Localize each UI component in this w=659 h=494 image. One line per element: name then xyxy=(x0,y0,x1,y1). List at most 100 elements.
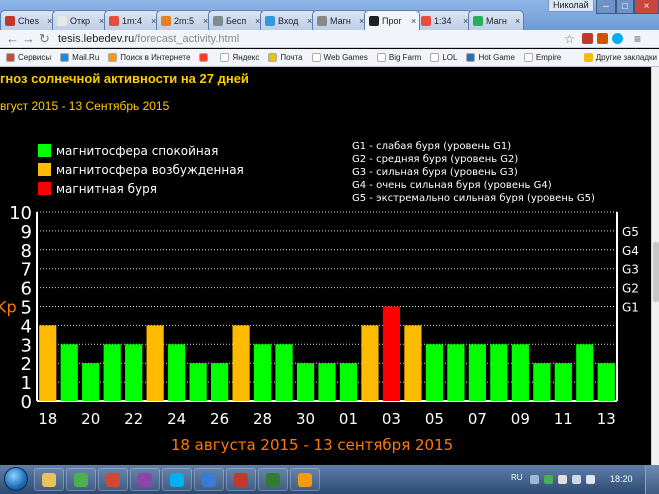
vertical-scrollbar[interactable] xyxy=(651,67,659,465)
tab-title: Магн xyxy=(486,15,507,26)
x-tick-label: 05 xyxy=(425,410,444,428)
bookmark-item[interactable]: Поиск в Интернете xyxy=(108,53,190,62)
back-button[interactable]: ← xyxy=(6,31,19,47)
extension-icon[interactable] xyxy=(597,33,608,44)
kp-bar xyxy=(447,344,465,401)
tab-title: 2m:5 xyxy=(174,15,195,26)
bookmark-item[interactable]: Почта xyxy=(268,53,303,62)
bookmark-star-icon[interactable]: ☆ xyxy=(564,31,575,47)
storm-level-label: G1 - слабая буря (уровень G1) xyxy=(352,141,511,152)
bookmark-item[interactable]: Mail.Ru xyxy=(60,53,99,62)
bookmark-item[interactable]: Empire xyxy=(523,53,561,62)
browser-tab[interactable]: 2m:5 × xyxy=(156,10,212,30)
browser-tab[interactable]: 1:34 × xyxy=(416,10,472,30)
x-tick-label: 01 xyxy=(339,410,358,428)
tab-title: Вход xyxy=(278,15,299,26)
bookmark-item[interactable]: Яндекс xyxy=(220,53,259,62)
close-window-button[interactable]: × xyxy=(634,0,659,14)
bookmark-item[interactable]: Big Farm xyxy=(376,53,421,62)
address-bar[interactable]: tesis.lebedev.ru/forecast_activity.html xyxy=(58,31,558,47)
x-tick-label: 13 xyxy=(597,410,616,428)
taskbar-app-game[interactable] xyxy=(226,468,256,491)
tab-close-icon[interactable]: × xyxy=(515,16,520,26)
reload-button[interactable]: ↻ xyxy=(39,31,50,47)
legend-label: магнитосфера возбужденная xyxy=(56,163,244,177)
browser-tab[interactable]: Вход × xyxy=(260,10,316,30)
bookmark-item[interactable]: Web Games xyxy=(311,53,368,62)
tray-app-icon[interactable] xyxy=(544,475,553,484)
taskbar-app-paint[interactable] xyxy=(290,468,320,491)
tray-arrow-icon[interactable] xyxy=(530,475,539,484)
legend-swatch xyxy=(38,163,51,176)
taskbar-app-chrome[interactable] xyxy=(66,468,96,491)
tab-close-icon[interactable]: × xyxy=(411,16,416,26)
skype-icon xyxy=(170,472,184,487)
legend-label: магнитная буря xyxy=(56,182,157,196)
y-tick-label: 8 xyxy=(21,241,32,262)
language-indicator[interactable]: RU xyxy=(511,473,523,482)
kp-bar xyxy=(296,363,315,401)
bookmark-item[interactable]: Hot Game xyxy=(466,53,515,62)
skype-icon[interactable] xyxy=(612,33,623,44)
bookmark-item[interactable]: Сервисы xyxy=(6,53,51,62)
g-level-tick-label: G5 xyxy=(622,225,639,239)
taskbar-app-media[interactable] xyxy=(194,468,224,491)
x-tick-label: 20 xyxy=(81,410,100,428)
y-tick-label: 1 xyxy=(21,373,32,394)
maximize-button[interactable]: □ xyxy=(616,0,634,14)
start-button[interactable] xyxy=(4,467,28,491)
browser-tab[interactable]: Магн × xyxy=(468,10,524,30)
chart-title: 18 августа 2015 - 13 сентября 2015 xyxy=(171,436,453,454)
kp-bar xyxy=(576,344,594,401)
bookmark-item[interactable]: LOL xyxy=(430,53,457,62)
menu-icon[interactable]: ≡ xyxy=(634,31,641,47)
forward-button[interactable]: → xyxy=(22,31,35,47)
kp-bar xyxy=(60,344,78,401)
taskbar-app-office[interactable] xyxy=(258,468,288,491)
tab-title: Откр xyxy=(70,15,91,26)
mail-agent-icon xyxy=(138,472,152,487)
browser-tab[interactable]: Магн × xyxy=(312,10,368,30)
browser-tab[interactable]: Бесп × xyxy=(208,10,264,30)
minimize-button[interactable]: – xyxy=(596,0,616,14)
tab-strip: Ches × Откр × 1m:4 × 2m:5 × Бесп × Вход × Магн… xyxy=(0,0,659,30)
browser-tab[interactable]: Откр × xyxy=(52,10,108,30)
office-icon xyxy=(266,472,280,487)
kp-bar xyxy=(511,344,529,401)
flag-icon[interactable] xyxy=(572,475,581,484)
tab-title: Бесп xyxy=(226,15,247,26)
storm-level-label: G3 - сильная буря (уровень G3) xyxy=(352,167,518,178)
extension-icon[interactable] xyxy=(582,33,593,44)
browser-toolbar: ← → ↻ tesis.lebedev.ru/forecast_activity… xyxy=(0,30,659,48)
y-tick-label: 5 xyxy=(21,298,32,319)
x-tick-label: 09 xyxy=(511,410,530,428)
tab-title: Магн xyxy=(330,15,351,26)
kp-bar xyxy=(211,363,229,401)
x-tick-label: 03 xyxy=(382,410,401,428)
taskbar-app-mail-agent[interactable] xyxy=(130,468,160,491)
browser-tab[interactable]: Прог × xyxy=(364,10,420,30)
scrollbar-thumb[interactable] xyxy=(653,242,659,302)
tab-title: Ches xyxy=(18,15,40,26)
folder-icon xyxy=(583,53,593,62)
kp-bar xyxy=(533,363,551,401)
browser-tab[interactable]: 1m:4 × xyxy=(104,10,160,30)
other-bookmarks[interactable]: Другие закладки xyxy=(583,53,657,62)
network-icon[interactable] xyxy=(558,475,567,484)
kp-bar xyxy=(554,363,572,401)
taskbar-app-skype[interactable] xyxy=(162,468,192,491)
browser-tab[interactable]: Ches × xyxy=(0,10,56,30)
volume-icon[interactable] xyxy=(586,475,595,484)
profile-name[interactable]: Николай xyxy=(548,0,594,12)
tab-favicon-icon xyxy=(57,15,67,26)
clock[interactable]: 18:20 xyxy=(610,474,633,484)
taskbar-app-explorer[interactable] xyxy=(34,468,64,491)
kp-bar xyxy=(318,363,336,401)
taskbar-app-yandex-browser[interactable] xyxy=(98,468,128,491)
show-desktop-button[interactable] xyxy=(645,465,659,494)
x-tick-label: 28 xyxy=(253,410,272,428)
bookmark-item[interactable] xyxy=(199,53,211,62)
game-icon xyxy=(234,472,248,487)
g-level-tick-label: G4 xyxy=(622,244,639,258)
bookmark-icon xyxy=(523,53,533,62)
